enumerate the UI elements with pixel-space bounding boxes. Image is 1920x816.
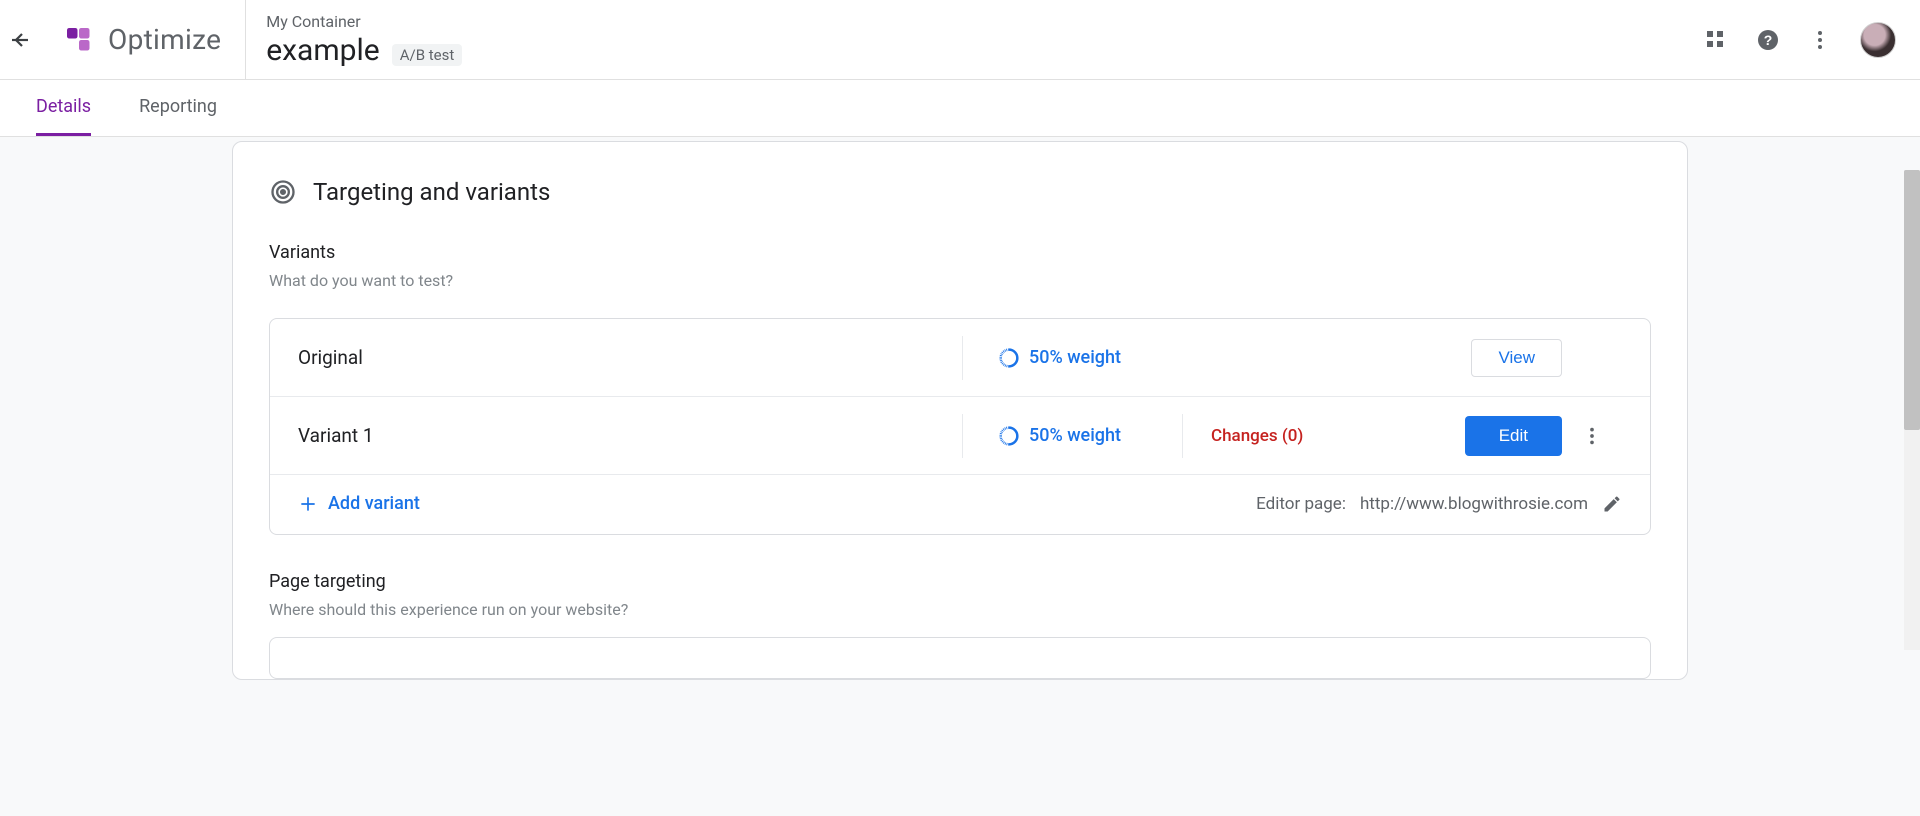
arrow-left-icon (8, 28, 32, 52)
edit-editor-page-button[interactable] (1602, 494, 1622, 514)
product-brand[interactable]: Optimize (40, 0, 246, 79)
help-button[interactable]: ? (1756, 28, 1780, 52)
apps-grid-icon (1704, 28, 1728, 52)
more-vertical-icon (1808, 28, 1832, 52)
targeting-variants-card: Targeting and variants Variants What do … (232, 141, 1688, 680)
variant-overflow-menu[interactable] (1581, 425, 1603, 447)
experiment-name[interactable]: example (266, 33, 379, 68)
tabs-bar: Details Reporting (0, 80, 1920, 137)
apps-button[interactable] (1704, 28, 1728, 52)
container-name[interactable]: My Container (266, 12, 1704, 31)
scrollbar[interactable] (1904, 170, 1920, 650)
variant-weight[interactable]: 50% weight (962, 336, 1182, 380)
header-titles: My Container example A/B test (246, 12, 1704, 68)
app-header: Optimize My Container example A/B test ? (0, 0, 1920, 80)
editor-page: Editor page: http://www.blogwithrosie.co… (1256, 494, 1622, 514)
editor-page-label: Editor page: (1256, 494, 1346, 514)
variant-name: Variant 1 (298, 424, 962, 447)
variant-row-v1[interactable]: Variant 1 50% weight Changes (0) Edit (270, 397, 1650, 475)
variants-footer: Add variant Editor page: http://www.blog… (270, 475, 1650, 534)
back-button[interactable] (8, 28, 32, 52)
variant-row-original[interactable]: Original 50% weight View (270, 319, 1650, 397)
target-icon (269, 178, 297, 206)
svg-text:?: ? (1764, 32, 1773, 48)
page-targeting-title: Page targeting (269, 571, 1651, 592)
variants-subtitle: Variants (269, 242, 1651, 263)
plus-icon (298, 494, 318, 514)
header-actions: ? (1704, 22, 1896, 58)
add-variant-label: Add variant (328, 493, 420, 514)
variant-weight[interactable]: 50% weight (962, 414, 1182, 458)
more-vertical-icon (1581, 425, 1603, 447)
experiment-type-badge: A/B test (392, 44, 463, 66)
weight-split-icon (999, 426, 1019, 446)
page-targeting-description: Where should this experience run on your… (269, 600, 1651, 619)
editor-page-url: http://www.blogwithrosie.com (1360, 494, 1588, 514)
edit-button[interactable]: Edit (1465, 416, 1562, 456)
pencil-icon (1602, 494, 1622, 514)
variant-name: Original (298, 346, 962, 369)
view-button[interactable]: View (1471, 339, 1562, 377)
section-title: Targeting and variants (313, 178, 550, 206)
tab-details[interactable]: Details (36, 80, 91, 136)
product-name: Optimize (108, 23, 221, 56)
help-icon: ? (1756, 28, 1780, 52)
page-targeting-box[interactable] (269, 637, 1651, 679)
tab-reporting[interactable]: Reporting (139, 80, 217, 136)
variants-description: What do you want to test? (269, 271, 1651, 290)
overflow-menu-button[interactable] (1808, 28, 1832, 52)
optimize-logo-icon (64, 25, 94, 55)
weight-split-icon (999, 348, 1019, 368)
variant-weight-label: 50% weight (1029, 347, 1121, 368)
variants-list: Original 50% weight View Variant 1 (269, 318, 1651, 535)
add-variant-button[interactable]: Add variant (298, 493, 420, 514)
account-avatar[interactable] (1860, 22, 1896, 58)
scrollbar-thumb[interactable] (1904, 170, 1920, 430)
variant-changes[interactable]: Changes (0) (1182, 414, 1362, 458)
variant-weight-label: 50% weight (1029, 425, 1121, 446)
content-area: Targeting and variants Variants What do … (0, 137, 1920, 816)
